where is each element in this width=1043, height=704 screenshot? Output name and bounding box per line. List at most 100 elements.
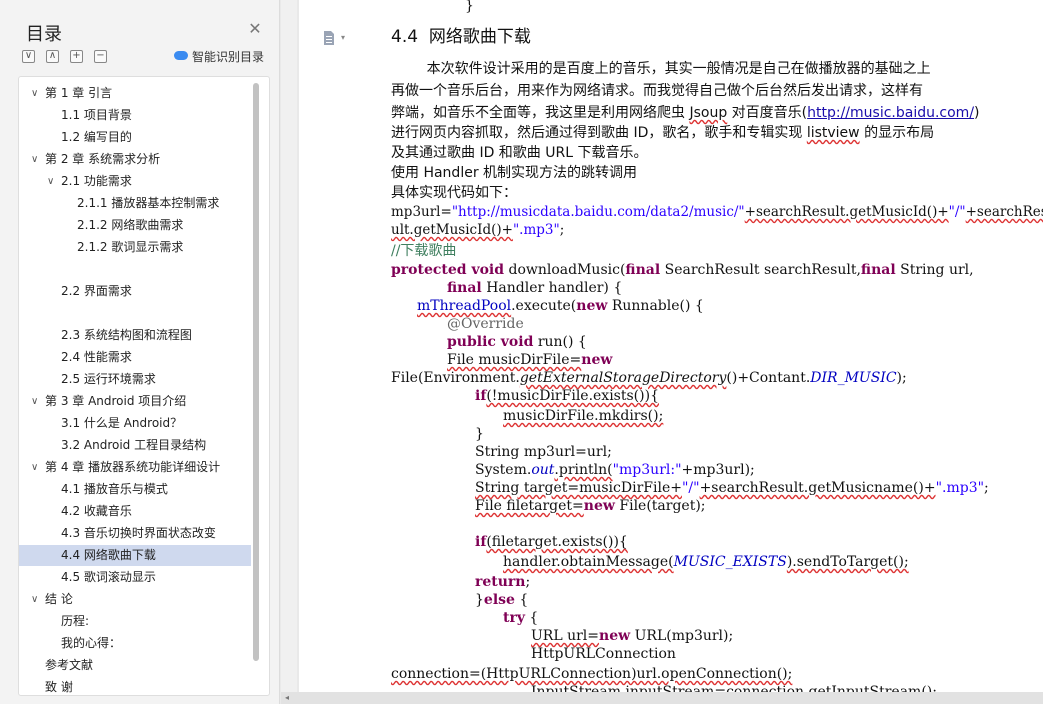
remove-level-icon[interactable]: − bbox=[94, 50, 107, 63]
document-gutter bbox=[281, 0, 297, 704]
code-token: if bbox=[475, 534, 487, 550]
toc-item-4-5[interactable]: 4.5 歌词滚动显示 bbox=[19, 567, 251, 588]
code-line: File(Environment.getExternalStorageDirec… bbox=[391, 370, 907, 386]
code-token: URL(mp3url); bbox=[630, 628, 734, 644]
code-token: mThreadPool bbox=[417, 298, 512, 314]
toc-item-chapter-3[interactable]: ∨ 第 3 章 Android 项目介绍 bbox=[19, 391, 251, 412]
code-token: String url, bbox=[895, 262, 974, 278]
toc-item-label: 2.3 系统结构图和流程图 bbox=[61, 328, 192, 342]
code-token: getExternalStorageDirectory bbox=[519, 370, 727, 386]
toc-item-acknowledgements[interactable]: 致 谢 bbox=[19, 677, 251, 695]
toc-item-label: 2.1.1 播放器基本控制需求 bbox=[77, 196, 220, 210]
add-level-icon[interactable]: + bbox=[70, 50, 83, 63]
toc-item-4-4[interactable]: 4.4 网络歌曲下载 bbox=[19, 545, 251, 566]
toc-item-label: 参考文献 bbox=[45, 658, 94, 672]
toc-item-2-1-2b[interactable]: 2.1.2 歌词显示需求 bbox=[19, 237, 251, 258]
toc-item-1-2[interactable]: 1.2 编写目的 bbox=[19, 127, 251, 148]
code-token: (!musicDirFile.exists()){ bbox=[486, 388, 659, 404]
close-icon[interactable]: ✕ bbox=[248, 21, 262, 37]
smart-toc-button[interactable]: 智能识别目录 bbox=[174, 48, 264, 64]
code-token: { bbox=[524, 610, 539, 626]
code-token: ; bbox=[984, 480, 989, 496]
code-token: ).sendToTarget(); bbox=[786, 554, 909, 570]
text-span: 的显示布局 bbox=[859, 125, 935, 141]
toc-item-2-4[interactable]: 2.4 性能需求 bbox=[19, 347, 251, 368]
code-token: MUSIC_EXISTS bbox=[673, 554, 787, 570]
toc-item-label: 3.1 什么是 Android？ bbox=[61, 416, 183, 430]
scroll-left-icon[interactable]: ◂ bbox=[285, 693, 289, 702]
toc-panel: 目录 ✕ ∨ ∧ + − 智能识别目录 ∨ 第 1 章 引言 1.1 项目背景 … bbox=[0, 0, 280, 704]
chevron-down-icon[interactable]: ∨ bbox=[31, 149, 41, 170]
toc-scrollbar[interactable] bbox=[253, 83, 259, 689]
toc-item-2-5[interactable]: 2.5 运行环境需求 bbox=[19, 369, 251, 390]
horizontal-scrollbar[interactable]: ◂ bbox=[281, 692, 1043, 704]
toc-item-label: 2.1 功能需求 bbox=[61, 174, 132, 188]
paragraph-line: 进行网页内容抓取，然后通过得到歌曲 ID，歌名，歌手和专辑实现 listview… bbox=[391, 122, 934, 142]
toc-item-thoughts[interactable]: 我的心得： bbox=[19, 633, 251, 654]
document-page[interactable]: ▾ } 4.4 网络歌曲下载 本次软件设计采用的是百度上的音乐，其实一般情况是自… bbox=[299, 0, 1043, 692]
smart-toc-label: 智能识别目录 bbox=[192, 50, 265, 64]
code-line: } bbox=[475, 426, 484, 442]
toc-item-4-1[interactable]: 4.1 播放音乐与模式 bbox=[19, 479, 251, 500]
code-line: }else { bbox=[475, 592, 528, 608]
paragraph-line: 弊端，如音乐不全面等，我这里是利用网络爬虫 Jsoup 对百度音乐(http:/… bbox=[391, 102, 980, 122]
toc-item-label: 2.4 性能需求 bbox=[61, 350, 132, 364]
toc-item-1-1[interactable]: 1.1 项目背景 bbox=[19, 105, 251, 126]
toc-item-chapter-1[interactable]: ∨ 第 1 章 引言 bbox=[19, 83, 251, 104]
code-token: else bbox=[483, 592, 515, 608]
chevron-down-icon[interactable]: ∨ bbox=[31, 391, 41, 412]
chevron-down-icon[interactable]: ∨ bbox=[47, 171, 57, 192]
code-token: ; bbox=[525, 574, 531, 590]
toc-item-history[interactable]: 历程: bbox=[19, 611, 251, 632]
code-token: String target=musicDirFile+ bbox=[475, 480, 682, 496]
document-icon[interactable] bbox=[323, 31, 335, 45]
paragraph-line: 及其通过歌曲 ID 和歌曲 URL 下载音乐。 bbox=[391, 145, 648, 161]
code-token: File filetarget= bbox=[475, 498, 584, 514]
toc-item-4-3[interactable]: 4.3 音乐切换时界面状态改变 bbox=[19, 523, 251, 544]
code-line: if(filetarget.exists()){ bbox=[475, 534, 628, 550]
toc-item-2-1[interactable]: ∨ 2.1 功能需求 bbox=[19, 171, 251, 192]
dropdown-arrow-icon[interactable]: ▾ bbox=[341, 33, 345, 42]
toc-item-conclusion[interactable]: ∨ 结 论 bbox=[19, 589, 251, 610]
code-line: connection=(HttpURLConnection)url.openCo… bbox=[391, 666, 793, 682]
code-token: run() { bbox=[533, 334, 587, 350]
toc-scrollbar-thumb[interactable] bbox=[253, 83, 259, 661]
code-token: handler.obtainMessage( bbox=[503, 554, 674, 570]
toc-item-2-1-2[interactable]: 2.1.2 网络歌曲需求 bbox=[19, 215, 251, 236]
toc-item-label: 4.3 音乐切换时界面状态改变 bbox=[61, 526, 216, 540]
chevron-down-icon[interactable]: ∨ bbox=[31, 83, 41, 104]
expand-all-icon[interactable]: ∨ bbox=[22, 50, 35, 63]
code-line: return; bbox=[475, 574, 530, 590]
paragraph-line: 再做一个音乐后台，用来作为网络请求。而我觉得自己做个后台然后发出请求，这样有 bbox=[391, 83, 923, 99]
code-line: try { bbox=[503, 610, 538, 626]
code-token: .execute( bbox=[511, 298, 577, 314]
chevron-down-icon[interactable]: ∨ bbox=[31, 457, 41, 478]
toc-item-3-2[interactable]: 3.2 Android 工程目录结构 bbox=[19, 435, 251, 456]
code-token: File musicDirFile= bbox=[447, 352, 582, 368]
toc-list: ∨ 第 1 章 引言 1.1 项目背景 1.2 编写目的 ∨ 第 2 章 系统需… bbox=[18, 76, 270, 696]
music-baidu-link[interactable]: http://music.baidu.com/ bbox=[807, 105, 974, 121]
toc-item-label: 4.1 播放音乐与模式 bbox=[61, 482, 168, 496]
chevron-down-icon[interactable]: ∨ bbox=[31, 589, 41, 610]
code-token: ".mp3" bbox=[935, 480, 985, 496]
toc-item-4-2[interactable]: 4.2 收藏音乐 bbox=[19, 501, 251, 522]
code-line: String target=musicDirFile+"/"+searchRes… bbox=[475, 480, 989, 496]
toc-item-2-1-1[interactable]: 2.1.1 播放器基本控制需求 bbox=[19, 193, 251, 214]
toc-item-chapter-4[interactable]: ∨ 第 4 章 播放器系统功能详细设计 bbox=[19, 457, 251, 478]
code-token: +searchResult.getMusicId()+ bbox=[744, 204, 949, 220]
code-token: new bbox=[599, 628, 631, 644]
toc-item-2-2[interactable]: 2.2 界面需求 bbox=[19, 281, 251, 302]
collapse-all-icon[interactable]: ∧ bbox=[46, 50, 59, 63]
code-token: "/" bbox=[681, 480, 700, 496]
code-annotation: @Override bbox=[447, 316, 524, 332]
toc-item-label: 我的心得： bbox=[61, 636, 122, 650]
toc-item-3-1[interactable]: 3.1 什么是 Android？ bbox=[19, 413, 251, 434]
code-line: protected void downloadMusic(final Searc… bbox=[391, 262, 974, 278]
toc-item-references[interactable]: 参考文献 bbox=[19, 655, 251, 676]
code-token: ()+Contant. bbox=[726, 370, 811, 386]
toc-item-chapter-2[interactable]: ∨ 第 2 章 系统需求分析 bbox=[19, 149, 251, 170]
toc-item-2-3[interactable]: 2.3 系统结构图和流程图 bbox=[19, 325, 251, 346]
code-line: ult.getMusicId()+".mp3"; bbox=[391, 222, 564, 238]
code-line: } bbox=[465, 0, 474, 14]
code-token: System. bbox=[475, 462, 532, 478]
